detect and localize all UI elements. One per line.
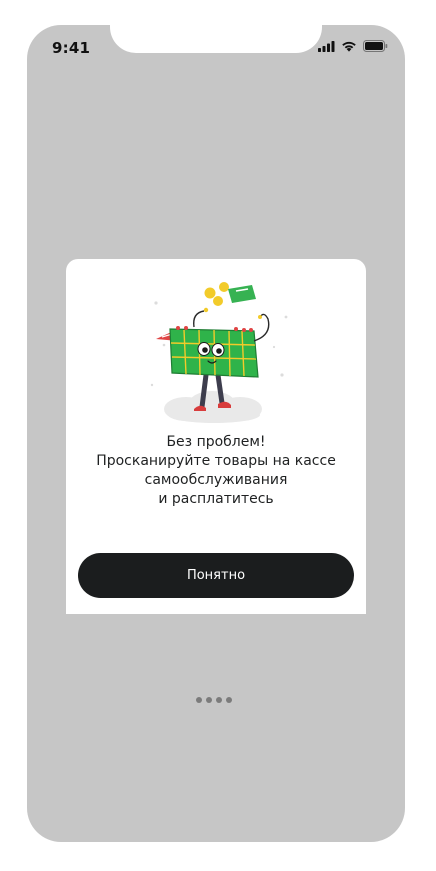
modal-message: Без проблем! Просканируйте товары на кас…: [66, 433, 366, 509]
page-dot: [206, 697, 212, 703]
message-line-3: самообслуживания: [144, 472, 288, 488]
page-indicator: [196, 697, 232, 703]
ok-button[interactable]: Понятно: [78, 553, 354, 598]
info-modal: Без проблем! Просканируйте товары на кас…: [66, 259, 366, 614]
basket-character-illustration: [134, 277, 294, 425]
page-dot: [226, 697, 232, 703]
phone-screen: 9:41 Без проблем! Просканируйте товары н…: [27, 25, 405, 842]
message-line-4: и расплатитесь: [158, 491, 274, 507]
wifi-icon: [341, 41, 357, 52]
notch: [110, 25, 322, 53]
battery-icon: [363, 40, 388, 52]
message-line-2: Просканируйте товары на кассе: [96, 453, 336, 469]
status-icons: [318, 40, 388, 52]
status-time: 9:41: [52, 39, 91, 57]
page-dot: [196, 697, 202, 703]
message-line-1: Без проблем!: [166, 434, 266, 450]
page-dot: [216, 697, 222, 703]
cellular-signal-icon: [318, 40, 335, 52]
